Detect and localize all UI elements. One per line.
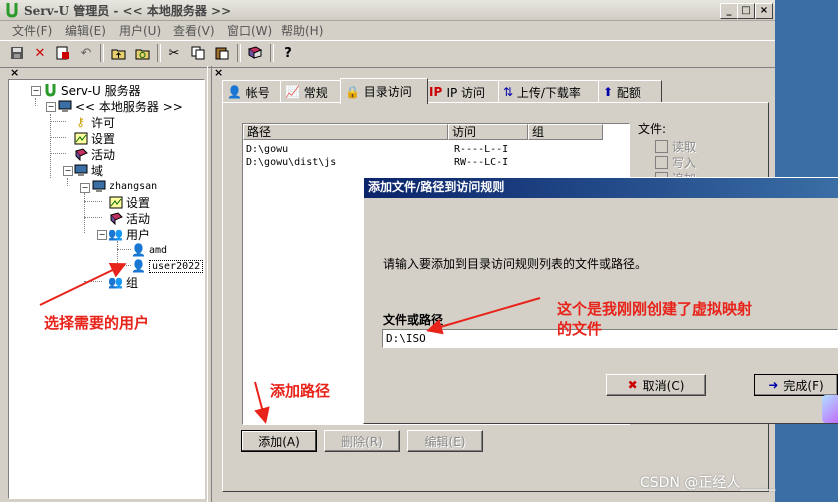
tab-label: 目录访问 bbox=[363, 85, 412, 99]
tab-dir-access[interactable]: 🔒 目录访问 bbox=[340, 78, 428, 104]
annotation-select-user: 选择需要的用户 bbox=[44, 314, 150, 332]
annotation-arrows bbox=[39, 263, 541, 424]
lock-icon: 🔒 bbox=[345, 84, 364, 99]
annotation-note-line2: 的文件 bbox=[557, 320, 603, 338]
arrow-to-add bbox=[254, 381, 270, 424]
csdn-watermark: CSDN @正经人_____ bbox=[640, 475, 776, 491]
arrow-to-path bbox=[426, 297, 541, 335]
annotation-add-path: 添加路径 bbox=[270, 382, 331, 400]
arrow-to-user bbox=[39, 263, 127, 306]
annotation-note-line1: 这个是我刚刚创建了虚拟映射 bbox=[557, 300, 753, 318]
